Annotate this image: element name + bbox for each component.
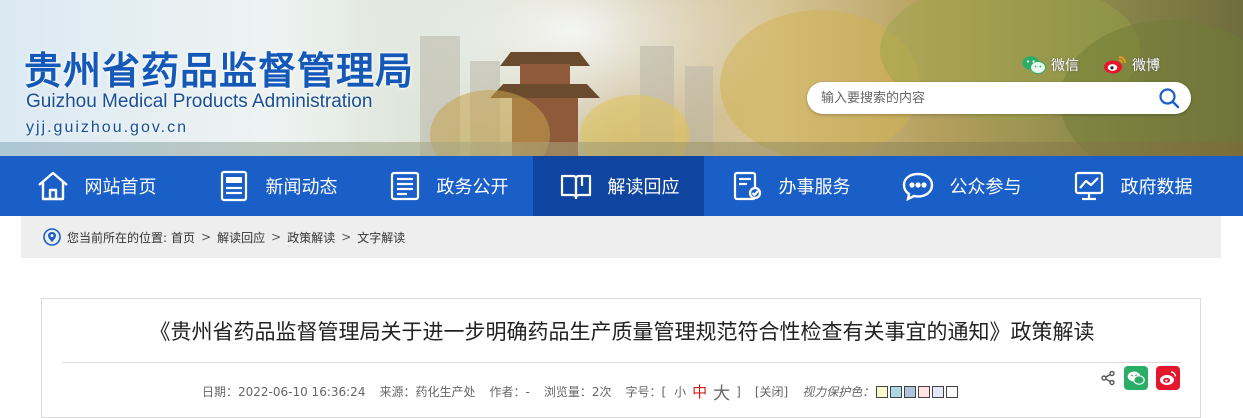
site-title-en: Guizhou Medical Products Administration (26, 91, 373, 112)
breadcrumb-separator: > (341, 230, 352, 244)
nav-item-label: 新闻动态 (265, 177, 338, 198)
data-monitor-icon (1071, 168, 1107, 204)
weibo-share-button[interactable] (1156, 366, 1180, 390)
site-title: 贵州省药品监督管理局 (24, 49, 415, 93)
main-nav: 网站首页 新闻动态 政务公开 解读回应 办事服务 公众参与 政府数据 (0, 156, 1243, 216)
news-icon (216, 168, 252, 204)
eye-color-swatch[interactable] (946, 385, 959, 398)
nav-item-label: 办事服务 (778, 177, 851, 198)
wechat-share-button[interactable] (1124, 366, 1148, 390)
search-icon (1159, 88, 1180, 109)
nav-item-public-participation[interactable]: 公众参与 (875, 156, 1046, 216)
nav-item-label: 公众参与 (949, 177, 1022, 198)
font-size-close-bracket: ] (736, 384, 741, 399)
search-box (807, 82, 1191, 114)
font-size-medium[interactable]: 中 (692, 381, 707, 402)
banner-ground (0, 142, 1243, 156)
eye-color-swatch[interactable] (918, 385, 931, 398)
nav-item-label: 政务公开 (436, 177, 509, 198)
nav-item-news[interactable]: 新闻动态 (191, 156, 362, 216)
weibo-label: 微博 (1132, 58, 1160, 74)
pagoda-body (520, 64, 570, 84)
article-source: 来源：药化生产处 (379, 385, 476, 399)
font-size-label: 字号：[ (625, 385, 667, 399)
publish-date: 日期：2022-06-10 16:36:24 (202, 385, 366, 399)
nav-item-services[interactable]: 办事服务 (704, 156, 875, 216)
site-url: yjj.guizhou.gov.cn (26, 119, 188, 136)
search-button[interactable] (1157, 87, 1181, 109)
weibo-icon (1104, 56, 1126, 74)
service-form-icon (729, 168, 765, 204)
weibo-link[interactable]: 微博 (1103, 55, 1160, 75)
chat-bubble-icon (900, 168, 936, 204)
nav-item-home[interactable]: 网站首页 (0, 156, 191, 216)
header-banner: 贵州省药品监督管理局 Guizhou Medical Products Admi… (0, 0, 1243, 156)
title-divider (62, 362, 1182, 363)
wechat-icon (1022, 56, 1046, 74)
weibo-share-icon (1160, 371, 1177, 385)
wechat-label: 微信 (1051, 58, 1079, 74)
nav-item-interpretation[interactable]: 解读回应 (533, 156, 704, 216)
nav-item-label: 政府数据 (1120, 177, 1193, 198)
article-panel: 《贵州省药品监督管理局关于进一步明确药品生产质量管理规范符合性检查有关事宜的通知… (41, 298, 1201, 418)
share-bar (1100, 366, 1180, 390)
document-list-icon (387, 168, 423, 204)
nav-item-label: 网站首页 (84, 177, 157, 198)
article-meta: 日期：2022-06-10 16:36:24 来源：药化生产处 作者：- 浏览量… (202, 379, 959, 404)
breadcrumb-separator: > (201, 230, 212, 244)
wechat-link[interactable]: 微信 (1022, 55, 1079, 75)
breadcrumb-prefix: 您当前所在的位置: (67, 230, 168, 245)
breadcrumb-policy[interactable]: 政策解读 (287, 229, 335, 246)
nav-item-label: 解读回应 (607, 177, 680, 198)
home-icon (35, 168, 71, 204)
breadcrumb-text[interactable]: 文字解读 (357, 229, 405, 246)
breadcrumb-interpretation[interactable]: 解读回应 (217, 229, 265, 246)
font-size-small[interactable]: 小 (674, 383, 686, 400)
nav-item-gov-data[interactable]: 政府数据 (1046, 156, 1217, 216)
location-pin-icon (43, 228, 61, 246)
article-title: 《贵州省药品监督管理局关于进一步明确药品生产质量管理规范符合性检查有关事宜的通知… (149, 320, 1095, 344)
nav-item-gov-affairs[interactable]: 政务公开 (362, 156, 533, 216)
font-size-large[interactable]: 大 (713, 379, 730, 404)
search-input[interactable] (821, 82, 1141, 114)
article-author: 作者：- (489, 385, 530, 399)
open-book-icon (558, 168, 594, 204)
breadcrumb-home[interactable]: 首页 (171, 229, 195, 246)
view-count: 浏览量：2次 (543, 385, 612, 399)
wechat-share-icon (1127, 371, 1145, 385)
eye-color-swatch[interactable] (890, 385, 903, 398)
breadcrumb-separator: > (271, 230, 282, 244)
breadcrumb: 您当前所在的位置: 首页 > 解读回应 > 政策解读 > 文字解读 (21, 216, 1221, 258)
eye-color-swatch[interactable] (904, 385, 917, 398)
share-icon[interactable] (1100, 370, 1116, 386)
eye-protect-label: 视力保护色： (802, 385, 875, 399)
eye-color-swatch[interactable] (932, 385, 945, 398)
eye-color-swatch[interactable] (876, 385, 889, 398)
close-link[interactable]: [关闭] (755, 383, 788, 400)
